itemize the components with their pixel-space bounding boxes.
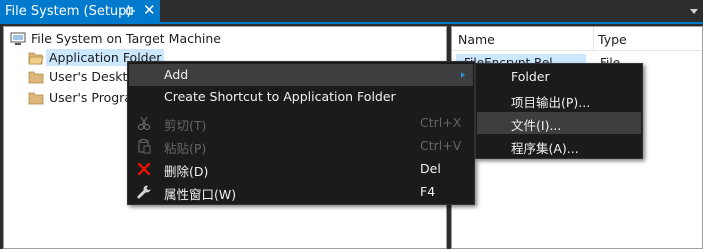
folder-open-icon [28, 52, 44, 64]
submenu-item-label: 程序集(A)... [511, 141, 579, 156]
delete-x-icon [137, 162, 151, 176]
menu-item-paste[interactable]: 粘贴(P) Ctrl+V [129, 135, 473, 157]
submenu-item-label: 文件(I)... [511, 118, 562, 133]
tab-file-system-setup[interactable]: File System (Setup) ✕ [0, 0, 160, 24]
menu-item-label: Create Shortcut to Application Folder [164, 89, 396, 104]
tab-overflow-dropdown-icon[interactable] [690, 9, 698, 14]
wrench-icon [137, 185, 151, 199]
menu-item-create-shortcut[interactable]: Create Shortcut to Application Folder [129, 86, 473, 108]
menu-item-shortcut: F4 [420, 184, 436, 199]
menu-item-delete[interactable]: 删除(D) Del [129, 158, 473, 180]
close-icon[interactable]: ✕ [143, 3, 156, 18]
menu-item-shortcut: Del [420, 161, 441, 176]
column-divider[interactable] [593, 27, 594, 51]
menu-item-label: Add [164, 67, 189, 82]
computer-icon [10, 32, 26, 45]
document-tab-strip: File System (Setup) ✕ [0, 0, 703, 24]
add-submenu: Folder 项目输出(P)... 文件(I)... 程序集(A)... [475, 63, 643, 159]
menu-item-add[interactable]: Add [129, 64, 473, 86]
menu-item-shortcut: Ctrl+X [420, 115, 462, 130]
column-header-name[interactable]: Name [458, 32, 495, 47]
menu-item-cut[interactable]: 剪切(T) Ctrl+X [129, 112, 473, 134]
context-menu: Add Create Shortcut to Application Folde… [127, 61, 475, 205]
tree-root-label: File System on Target Machine [31, 31, 221, 46]
scissors-icon [137, 116, 151, 131]
column-header-type[interactable]: Type [598, 32, 627, 47]
submenu-item-assembly[interactable]: 程序集(A)... [477, 135, 641, 157]
submenu-item-folder[interactable]: Folder [477, 66, 641, 88]
menu-item-properties-window[interactable]: 属性窗口(W) F4 [129, 181, 473, 203]
paste-icon [138, 139, 151, 154]
submenu-item-file[interactable]: 文件(I)... [477, 112, 641, 134]
submenu-arrow-icon [461, 72, 465, 78]
tree-root[interactable]: File System on Target Machine [10, 29, 224, 48]
pin-icon[interactable] [124, 5, 136, 17]
submenu-item-project-output[interactable]: 项目输出(P)... [477, 89, 641, 111]
menu-item-label: 粘贴(P) [164, 141, 207, 156]
folder-icon [28, 92, 44, 104]
menu-item-label: 属性窗口(W) [164, 187, 237, 202]
menu-item-label: 删除(D) [164, 164, 209, 179]
submenu-item-label: Folder [511, 69, 550, 84]
list-header: Name Type [452, 27, 702, 51]
menu-item-shortcut: Ctrl+V [420, 138, 462, 153]
submenu-item-label: 项目输出(P)... [511, 95, 591, 110]
menu-item-label: 剪切(T) [164, 118, 207, 133]
tab-title: File System (Setup) [5, 4, 132, 19]
folder-icon [28, 71, 44, 83]
